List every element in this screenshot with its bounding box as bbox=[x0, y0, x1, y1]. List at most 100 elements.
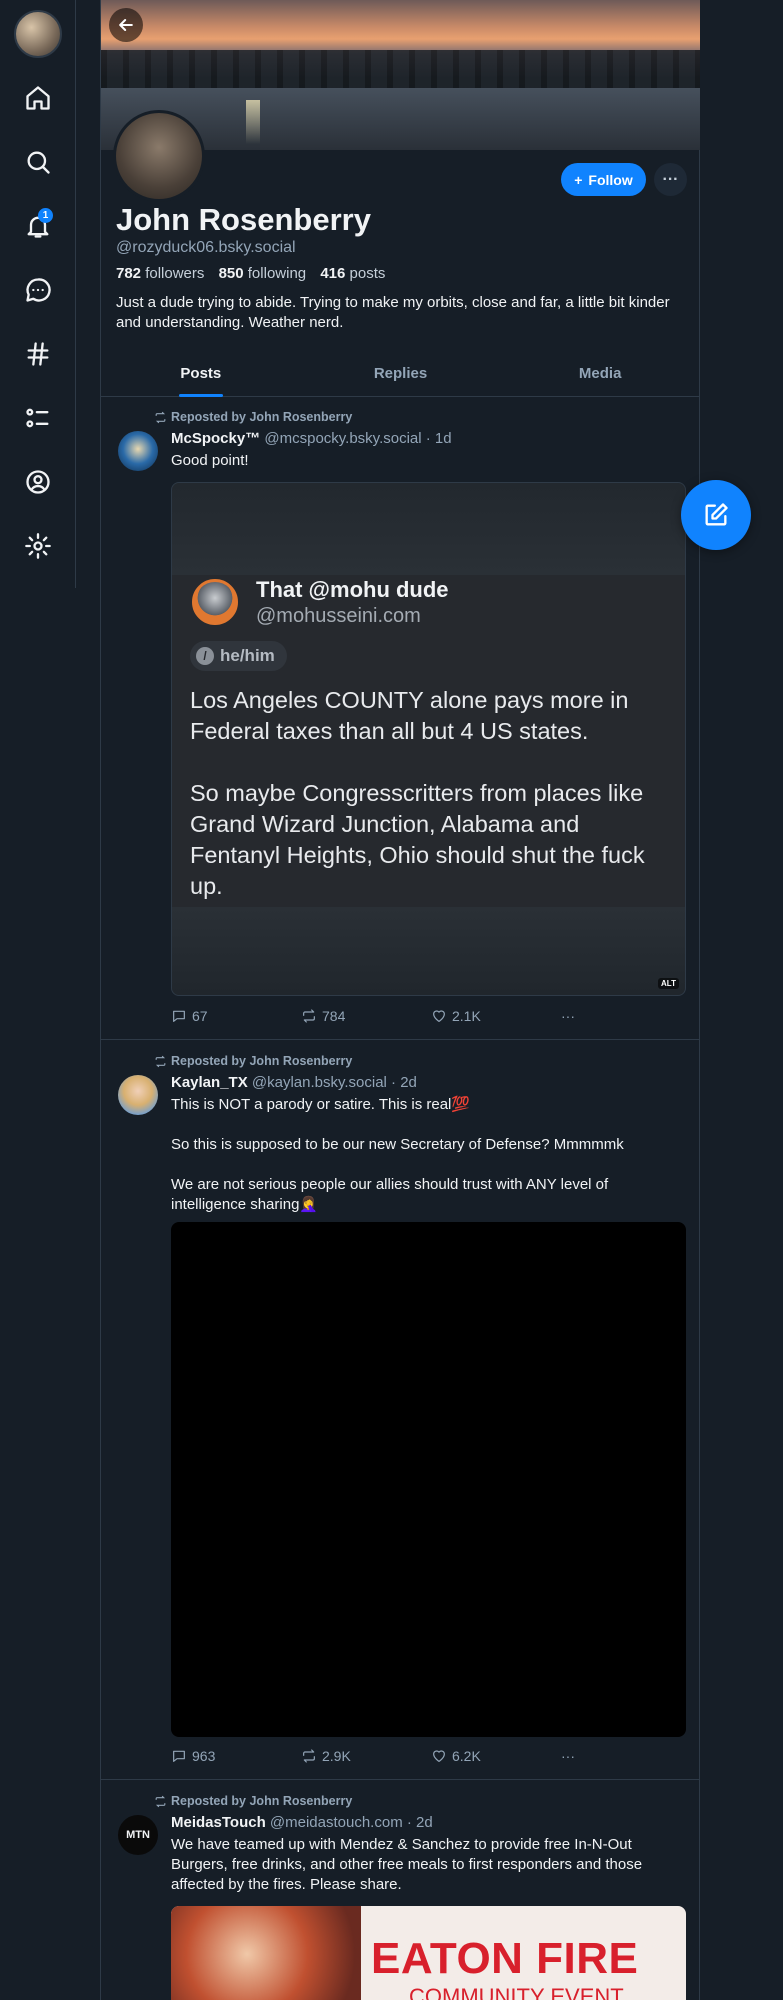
profile-tabs: Posts Replies Media bbox=[101, 355, 700, 397]
post-author-avatar[interactable]: MTN bbox=[118, 1815, 158, 1855]
quoted-author-handle: @mohusseini.com bbox=[256, 605, 421, 627]
repost-icon bbox=[303, 1009, 315, 1023]
tab-posts[interactable]: Posts bbox=[101, 355, 301, 397]
post-author-avatar[interactable] bbox=[118, 431, 158, 471]
post-header: Kaylan_TX @kaylan.bsky.social · 2d bbox=[171, 1074, 417, 1091]
post-author-handle[interactable]: @kaylan.bsky.social bbox=[252, 1074, 387, 1091]
feed-post[interactable]: Reposted by John Rosenberry McSpocky™ @m… bbox=[101, 397, 700, 1040]
like-count: 2.1K bbox=[452, 1008, 481, 1024]
post-actions: 67 784 2.1K ··· bbox=[171, 1008, 591, 1024]
post-author-name[interactable]: Kaylan_TX bbox=[171, 1074, 248, 1091]
repost-icon bbox=[303, 1749, 315, 1763]
posts-stat: 416 posts bbox=[320, 265, 385, 282]
reply-count: 67 bbox=[192, 1008, 208, 1024]
post-text: Good point! bbox=[171, 452, 249, 469]
repost-indicator: Reposted by John Rosenberry bbox=[154, 1794, 352, 1808]
image-blur-bottom bbox=[172, 907, 685, 995]
repost-icon bbox=[155, 1055, 166, 1067]
settings-icon[interactable] bbox=[18, 526, 58, 566]
post-timestamp[interactable]: · 2d bbox=[391, 1074, 417, 1091]
tab-replies[interactable]: Replies bbox=[301, 355, 501, 396]
plus-icon: + bbox=[574, 171, 583, 188]
feed-post[interactable]: Reposted by John Rosenberry MTN MeidasTo… bbox=[101, 1781, 700, 2000]
home-icon[interactable] bbox=[18, 78, 58, 118]
repost-button[interactable]: 2.9K bbox=[301, 1748, 431, 1764]
pronoun-badge: / he/him bbox=[190, 641, 287, 671]
compose-icon bbox=[705, 503, 728, 526]
profile-main-column: + Follow ··· John Rosenberry @rozyduck06… bbox=[100, 0, 700, 2000]
repost-count: 2.9K bbox=[322, 1748, 351, 1764]
post-author-handle[interactable]: @mcspocky.bsky.social bbox=[264, 430, 421, 447]
like-count: 6.2K bbox=[452, 1748, 481, 1764]
quoted-screenshot-card: That @mohu dude @mohusseini.com / he/him… bbox=[172, 575, 685, 907]
reply-icon bbox=[173, 1010, 185, 1022]
post-timestamp[interactable]: · 1d bbox=[426, 430, 452, 447]
repost-by-label: Reposted by John Rosenberry bbox=[171, 410, 353, 424]
lists-icon[interactable] bbox=[18, 398, 58, 438]
feeds-icon[interactable] bbox=[18, 334, 58, 374]
post-text: We have teamed up with Mendez & Sanchez … bbox=[171, 1836, 643, 1893]
pronoun-label: he/him bbox=[220, 646, 275, 665]
post-video-embed[interactable] bbox=[171, 1222, 686, 1737]
post-text: This is NOT a parody or satire. This is … bbox=[171, 1095, 686, 1215]
back-button[interactable] bbox=[109, 8, 143, 42]
reply-icon bbox=[173, 1750, 185, 1762]
profile-icon[interactable] bbox=[18, 462, 58, 502]
reply-button[interactable]: 963 bbox=[171, 1748, 301, 1764]
tab-media[interactable]: Media bbox=[500, 355, 700, 396]
image-blur-top bbox=[172, 483, 685, 575]
post-actions: 963 2.9K 6.2K ··· bbox=[171, 1748, 591, 1764]
repost-button[interactable]: 784 bbox=[301, 1008, 431, 1024]
posts-label: posts bbox=[349, 265, 386, 282]
feed-post[interactable]: Reposted by John Rosenberry Kaylan_TX @k… bbox=[101, 1041, 700, 1780]
reply-button[interactable]: 67 bbox=[171, 1008, 301, 1024]
post-more-button[interactable]: ··· bbox=[561, 1008, 575, 1024]
post-image-embed[interactable]: EATON FIRE COMMUNITY EVENT bbox=[171, 1906, 686, 2000]
repost-indicator: Reposted by John Rosenberry bbox=[154, 410, 352, 424]
followers-label: followers bbox=[145, 265, 205, 282]
followers-link[interactable]: 782 followers bbox=[116, 265, 204, 282]
repost-indicator: Reposted by John Rosenberry bbox=[154, 1054, 352, 1068]
following-count: 850 bbox=[218, 265, 244, 282]
post-author-handle[interactable]: @meidastouch.com bbox=[270, 1814, 403, 1831]
following-label: following bbox=[247, 265, 307, 282]
notifications-icon[interactable]: 1 bbox=[18, 206, 58, 246]
heart-icon bbox=[433, 1750, 445, 1762]
follow-button[interactable]: + Follow bbox=[561, 163, 646, 196]
arrow-left-icon bbox=[119, 19, 133, 31]
post-text-line: This is NOT a parody or satire. This is … bbox=[171, 1096, 471, 1113]
quoted-author-name: That @mohu dude bbox=[256, 577, 449, 602]
post-author-avatar[interactable] bbox=[118, 1075, 158, 1115]
event-card-title: EATON FIRE bbox=[371, 1934, 639, 1983]
notification-badge: 1 bbox=[38, 208, 53, 223]
post-image-embed[interactable]: That @mohu dude @mohusseini.com / he/him… bbox=[171, 482, 686, 996]
event-card-subtitle: COMMUNITY EVENT bbox=[409, 1984, 624, 2000]
following-link[interactable]: 850 following bbox=[219, 265, 307, 282]
post-author-name[interactable]: MeidasTouch bbox=[171, 1814, 266, 1831]
profile-more-button[interactable]: ··· bbox=[654, 163, 687, 196]
reply-count: 963 bbox=[192, 1748, 216, 1764]
compose-post-button[interactable] bbox=[681, 480, 751, 550]
heart-icon bbox=[433, 1010, 445, 1022]
repost-icon bbox=[155, 411, 166, 423]
like-button[interactable]: 6.2K bbox=[431, 1748, 561, 1764]
repost-icon bbox=[155, 1795, 166, 1807]
current-user-avatar[interactable] bbox=[14, 10, 62, 58]
alt-text-badge[interactable]: ALT bbox=[658, 978, 679, 989]
event-photo bbox=[171, 1906, 361, 2000]
profile-handle: @rozyduck06.bsky.social bbox=[116, 239, 296, 256]
post-more-button[interactable]: ··· bbox=[561, 1748, 575, 1764]
search-icon[interactable] bbox=[18, 142, 58, 182]
followers-count: 782 bbox=[116, 265, 142, 282]
left-nav-rail: 1 bbox=[0, 0, 76, 588]
profile-bio: Just a dude trying to abide. Trying to m… bbox=[116, 294, 670, 331]
chat-icon[interactable] bbox=[18, 270, 58, 310]
profile-avatar[interactable] bbox=[113, 110, 205, 202]
like-button[interactable]: 2.1K bbox=[431, 1008, 561, 1024]
profile-stats: 782 followers 850 following 416 posts bbox=[116, 265, 395, 282]
post-author-name[interactable]: McSpocky™ bbox=[171, 430, 260, 447]
profile-display-name: John Rosenberry bbox=[116, 202, 371, 237]
follow-label: Follow bbox=[588, 171, 633, 188]
post-header: McSpocky™ @mcspocky.bsky.social · 1d bbox=[171, 430, 452, 447]
post-timestamp[interactable]: · 2d bbox=[407, 1814, 433, 1831]
